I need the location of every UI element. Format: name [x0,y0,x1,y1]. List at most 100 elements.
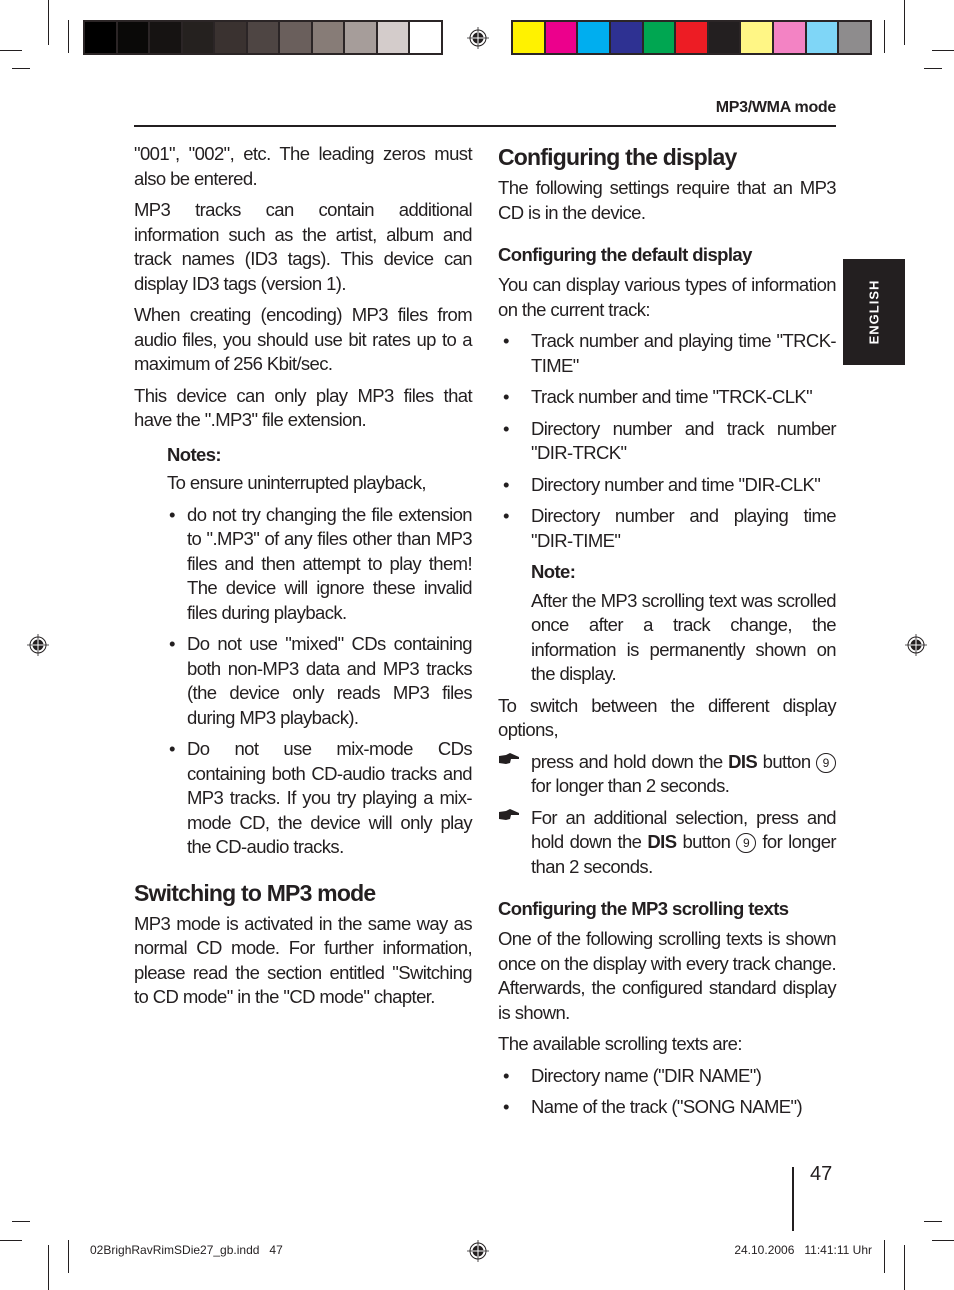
color-swatch [578,22,609,53]
bullet-icon: • [503,1096,509,1117]
crop-mark [884,20,885,53]
color-swatch [774,22,805,53]
crop-mark [0,50,22,51]
pointing-hand-icon [499,808,519,820]
color-swatch [247,22,279,53]
bullet-icon: • [169,633,175,654]
list-item: • Directory name ("DIR NAME") [498,1064,836,1089]
color-swatch [410,22,442,53]
paragraph: "001", "002", etc. The leading zeros mus… [134,143,473,189]
note-block: Note: After the MP3 scrolling text was s… [531,560,837,687]
color-swatch [806,22,838,53]
note-body: After the MP3 scrolling text was scrolle… [531,589,837,685]
step-item: press and hold down the DIS button 9 for… [498,750,837,799]
crop-mark [924,1221,942,1222]
button-number-badge: 9 [816,752,837,773]
crop-mark [0,1240,22,1241]
color-swatch [280,22,311,53]
crop-mark [904,0,905,45]
grayscale-calibration-bar [83,20,443,55]
crop-mark [932,50,954,51]
color-swatch [708,22,740,53]
slug-timestamp: 24.10.2006 11:41:11 Uhr [734,1243,872,1257]
page-number: 47 [810,1163,833,1185]
list-item: • Do not use "mixed" CDs containing both … [169,633,473,728]
list-item: • Directory number and time "DIR-CLK" [498,473,836,498]
language-tab-label: ENGLISH [866,279,882,345]
button-number-badge: 9 [736,833,757,853]
section-heading: Configuring the display [498,144,737,170]
list-item: • do not try changing the file extension … [169,503,473,623]
color-swatch [215,22,246,53]
notes-block: Notes: To ensure uninterrupted playback,… [167,443,473,860]
crop-mark [904,1245,905,1290]
color-swatch [610,22,642,53]
list-item: • Track number and playing time "TRCK-TIM… [503,330,837,376]
color-swatch [150,22,181,53]
paragraph: To switch between the different display … [498,694,837,741]
bullet-icon: • [503,417,509,439]
color-swatch [377,22,409,53]
list-item: • Directory number and playing time "DIR-… [503,505,837,551]
right-column: Configuring the display The following se… [498,142,837,1127]
crop-mark [48,0,49,45]
list-item: • Do not use mix-mode CDs containing both… [169,738,473,857]
color-swatch [85,22,116,53]
list-item: • Name of the track ("SONG NAME") [498,1095,836,1120]
color-swatch [545,22,577,53]
list-item: • Track number and time "TRCK-CLK" [498,385,836,410]
registration-mark-icon [905,634,927,656]
paragraph: MP3 tracks can contain additional inform… [134,199,473,294]
header-rule [134,125,836,127]
display-options-list: • Track number and playing time "TRCK-TIM… [498,329,837,553]
subsection-heading: Configuring the MP3 scrolling texts [498,898,789,919]
bullet-icon: • [169,738,175,759]
list-item: • Directory number and track number "DIR-… [503,417,837,464]
bullet-icon: • [169,503,175,525]
bullet-icon: • [503,473,509,495]
crop-mark [932,1240,954,1241]
registration-mark-icon [467,27,489,49]
bullet-icon: • [503,505,509,526]
paragraph: The available scrolling texts are: [498,1033,742,1054]
running-head: MP3/WMA mode [715,99,837,116]
notes-intro: To ensure uninterrupted playback, [167,472,427,493]
section-heading: Switching to MP3 mode [134,879,376,906]
key-label: DIS [728,750,758,772]
pointing-hand-icon [499,752,519,764]
scrolling-texts-list: • Directory name ("DIR NAME") • Name of th… [498,1064,836,1120]
color-swatch [643,22,675,53]
step-item: For an additional selection, press and h… [498,806,837,880]
paragraph: When creating (encoding) MP3 files from … [134,304,473,374]
bullet-icon: • [503,386,509,407]
color-swatch [117,22,149,53]
paragraph: MP3 mode is activated in the same way as… [134,912,473,1008]
steps-list: press and hold down the DIS button 9 for… [498,750,837,880]
color-calibration-bar [511,20,872,55]
notes-title: Notes: [167,443,222,465]
note-title: Note: [531,561,576,582]
paragraph: You can display various types of informa… [498,274,837,320]
notes-list: • do not try changing the file extension … [167,503,473,860]
bullet-icon: • [503,330,509,351]
color-swatch [312,22,344,53]
page-number-rule [792,1167,794,1231]
key-label: DIS [647,831,677,852]
subsection-heading: Configuring the default display [498,244,752,265]
left-column: "001", "002", etc. The leading zeros mus… [134,142,473,1017]
registration-mark-icon [27,634,49,656]
slug-filename: 02BrighRavRimSDie27_gb.indd 47 [90,1243,283,1257]
crop-mark [924,68,942,69]
crop-mark [68,1240,69,1273]
color-swatch [182,22,214,53]
paragraph: This device can only play MP3 files that… [134,384,473,431]
color-swatch [741,22,773,53]
registration-mark-icon [467,1240,489,1262]
paragraph: The following settings require that an M… [498,177,837,223]
paragraph: One of the following scrolling texts is … [498,928,837,1023]
color-swatch [676,22,707,53]
crop-mark [48,1245,49,1290]
crop-mark [884,1240,885,1273]
bullet-icon: • [503,1064,509,1086]
crop-mark [12,68,30,69]
